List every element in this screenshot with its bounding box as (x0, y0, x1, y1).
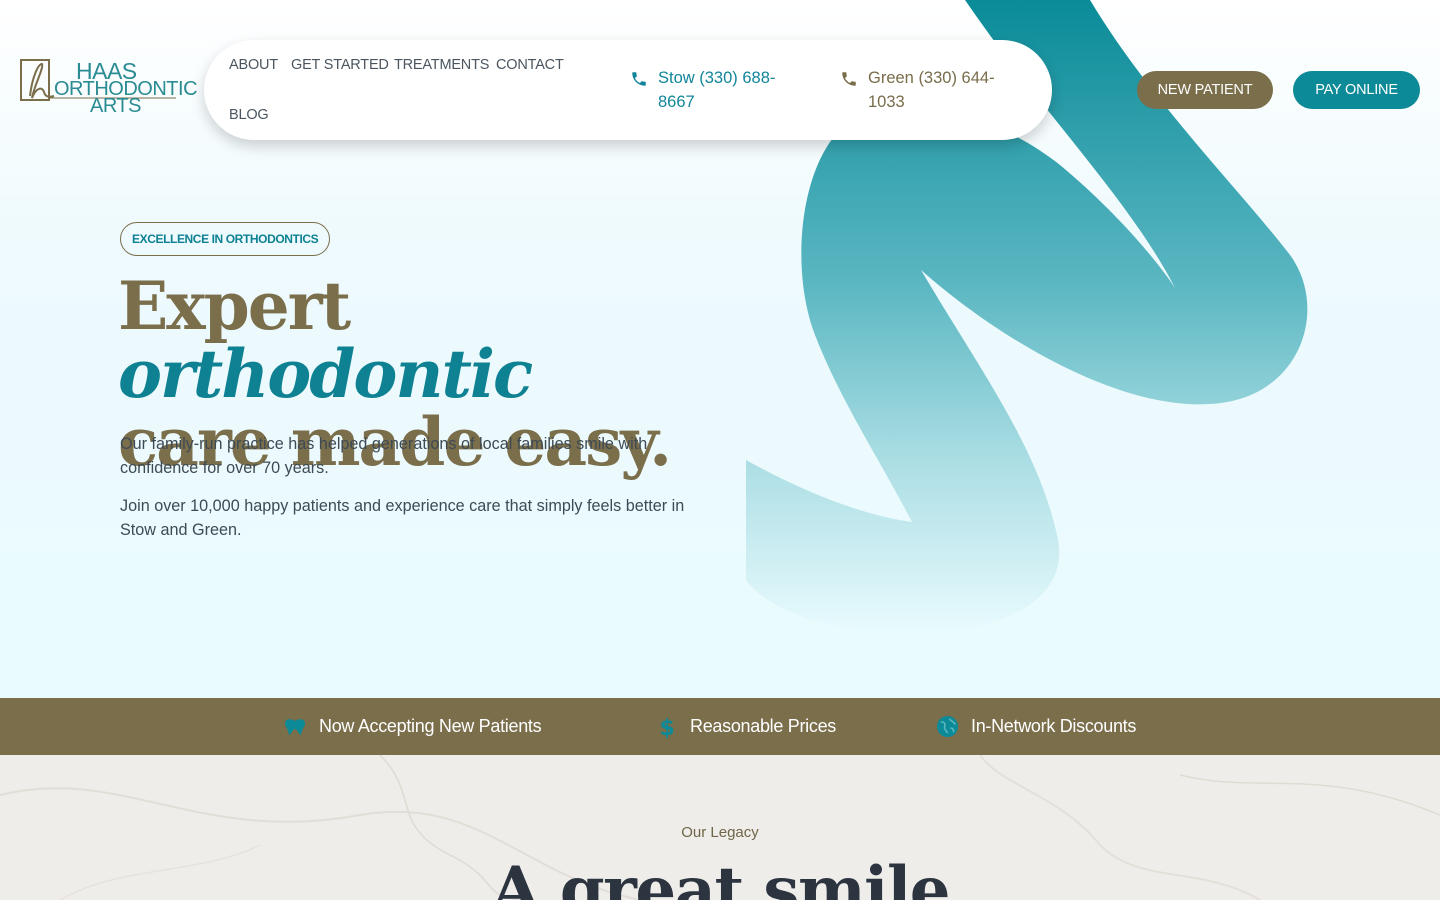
headline-accent: orthodontic (118, 335, 533, 413)
feature-label: Reasonable Prices (690, 716, 836, 736)
nav-item-about[interactable]: ABOUT (229, 57, 278, 73)
feature-band: Now Accepting New Patients $ Reasonable … (0, 698, 1440, 755)
feature-reasonable-prices: $ Reasonable Prices (656, 698, 836, 755)
headline-part1: Expert (118, 267, 351, 345)
feature-label: In-Network Discounts (971, 716, 1137, 736)
nav-item-treatments[interactable]: TREATMENTS (394, 57, 489, 73)
phone-icon (842, 72, 856, 86)
main-navigation: ABOUT GET STARTED TREATMENTS CONTACT BLO… (204, 40, 1052, 140)
feature-new-patients: Now Accepting New Patients (283, 698, 542, 755)
phone-icon (632, 72, 646, 86)
legacy-eyebrow: Our Legacy (681, 824, 759, 841)
tooth-icon (285, 718, 305, 735)
globe-icon (936, 715, 959, 738)
svg-text:$: $ (659, 716, 674, 739)
nav-item-blog[interactable]: BLOG (229, 107, 269, 123)
hero-paragraph-1: Our family-run practice has helped gener… (120, 435, 648, 477)
new-patient-button[interactable]: NEW PATIENT (1137, 71, 1273, 109)
nav-item-get-started[interactable]: GET STARTED (291, 57, 389, 73)
site-logo[interactable]: HAAS ORTHODONTIC ARTS (20, 58, 198, 118)
legacy-section: Our Legacy A great smile (0, 755, 1440, 900)
nav-item-contact[interactable]: CONTACT (496, 57, 564, 73)
hero-section: HAAS ORTHODONTIC ARTS ABOUT GET STARTED … (0, 0, 1440, 698)
pay-online-button[interactable]: PAY ONLINE (1293, 71, 1420, 109)
feature-label: Now Accepting New Patients (319, 716, 542, 736)
phone-green-label: Green (330) 644-1033 (868, 69, 995, 111)
hero-paragraph-2: Join over 10,000 happy patients and expe… (120, 497, 685, 539)
phone-link-green[interactable]: Green (330) 644-1033 (840, 66, 1018, 114)
logo-text-arts: ARTS (90, 95, 141, 117)
legacy-title: A great smile (490, 853, 951, 900)
feature-in-network: In-Network Discounts (936, 698, 1136, 755)
hero-badge: EXCELLENCE IN ORTHODONTICS (120, 222, 331, 256)
phone-link-stow[interactable]: Stow (330) 688-8667 (630, 66, 808, 114)
phone-stow-label: Stow (330) 688-8667 (658, 69, 776, 111)
dollar-icon: $ (659, 716, 674, 739)
